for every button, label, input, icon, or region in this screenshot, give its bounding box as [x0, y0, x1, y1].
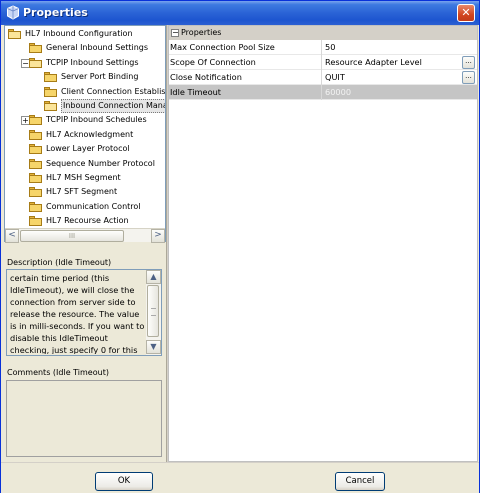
property-name: Close Notification: [170, 70, 322, 85]
tree-item[interactable]: −HL7 Inbound Configuration: [5, 27, 165, 41]
tree-item-label: Sequence Number Protocol: [46, 158, 155, 168]
ellipsis-button[interactable]: ...: [462, 56, 475, 69]
property-value[interactable]: 50: [325, 40, 465, 55]
tree-item[interactable]: Server Port Binding: [5, 70, 165, 84]
property-row[interactable]: Idle Timeout 60000: [169, 85, 477, 100]
tree-item[interactable]: HL7 SFT Segment: [5, 185, 165, 199]
chevron-right-icon: >: [154, 230, 162, 240]
property-sheet: − Properties Max Connection Pool Size 50 S…: [168, 25, 478, 462]
close-button[interactable]: ✕: [457, 4, 475, 22]
tree-item[interactable]: Sequence Number Protocol: [5, 157, 165, 171]
tree-item-label: General Inbound Settings: [46, 43, 149, 53]
scroll-right-button[interactable]: >: [151, 229, 165, 243]
folder-icon: [29, 173, 42, 183]
properties-dialog: Properties ✕ −HL7 Inbound ConfigurationG…: [0, 0, 480, 493]
folder-icon: [29, 129, 42, 140]
tree-item[interactable]: Inbound Connection Manage: [5, 99, 165, 113]
tree-item[interactable]: General Inbound Settings: [5, 41, 165, 55]
tree-item-label: TCPIP Inbound Schedules: [46, 115, 147, 125]
folder-icon: [29, 187, 42, 198]
window-title: Properties: [23, 6, 88, 19]
tree-item-label: HL7 Acknowledgment: [46, 129, 134, 139]
tree-item-label: HL7 SFT Segment: [46, 187, 118, 197]
collapse-icon[interactable]: −: [171, 29, 179, 37]
tree-item[interactable]: Client Connection Establishm: [5, 85, 165, 99]
folder-icon: [29, 201, 42, 212]
tree-item-label: HL7 Recourse Action: [46, 216, 129, 226]
comments-textarea[interactable]: [6, 380, 162, 457]
scroll-thumb[interactable]: III: [20, 230, 124, 242]
cancel-button[interactable]: Cancel: [335, 472, 385, 491]
ellipsis-button[interactable]: ...: [462, 71, 475, 84]
folder-icon: [44, 86, 57, 97]
tree-item-label: Lower Layer Protocol: [46, 144, 130, 154]
description-label: Description (Idle Timeout): [7, 258, 112, 267]
folder-icon: [29, 115, 42, 126]
tree-item[interactable]: HL7 Acknowledgment: [5, 128, 165, 142]
folder-icon: [44, 72, 57, 83]
description-vertical-scrollbar[interactable]: ▲ ▼: [146, 270, 161, 355]
folder-icon: [29, 57, 42, 68]
chevron-left-icon: <: [8, 230, 16, 240]
description-box: certain time period (this IdleTimeout), …: [6, 269, 162, 356]
title-bar[interactable]: Properties ✕: [1, 1, 479, 25]
scroll-left-button[interactable]: <: [5, 229, 19, 243]
property-value[interactable]: QUIT: [325, 70, 465, 85]
comments-label: Comments (Idle Timeout): [7, 368, 109, 377]
arrow-down-icon: ▼: [150, 342, 157, 351]
property-row[interactable]: Max Connection Pool Size 50: [169, 40, 477, 55]
property-category-header[interactable]: − Properties: [169, 26, 477, 40]
scroll-thumb[interactable]: [147, 285, 159, 337]
scroll-down-button[interactable]: ▼: [146, 340, 161, 354]
tree-item-label: Communication Control: [46, 201, 141, 211]
tree-item[interactable]: HL7 Recourse Action: [5, 214, 165, 228]
tree-horizontal-scrollbar[interactable]: < III >: [5, 228, 165, 243]
folder-icon: [29, 43, 42, 54]
property-category-label: Properties: [181, 28, 222, 37]
grip-icon: III: [68, 232, 76, 240]
property-value[interactable]: 60000: [325, 85, 465, 100]
arrow-up-icon: ▲: [150, 272, 157, 281]
tree-item-label: HL7 MSH Segment: [46, 173, 121, 182]
folder-icon: [29, 158, 42, 169]
property-name: Idle Timeout: [170, 85, 322, 100]
tree-item-label: HL7 Inbound Configuration: [25, 29, 133, 38]
folder-icon: [8, 29, 21, 39]
button-bar: OK Cancel: [1, 462, 479, 493]
tree-item-label: Client Connection Establishm: [61, 86, 166, 96]
property-name: Max Connection Pool Size: [170, 40, 322, 55]
folder-icon: [29, 144, 42, 155]
tree-item[interactable]: Communication Control: [5, 200, 165, 214]
scroll-up-button[interactable]: ▲: [146, 270, 161, 284]
ok-button[interactable]: OK: [95, 472, 153, 491]
folder-icon: [29, 216, 42, 227]
tree-item-label: Inbound Connection Manage: [61, 99, 165, 113]
description-text: certain time period (this IdleTimeout), …: [10, 273, 145, 354]
tree-item-label: Server Port Binding: [61, 72, 139, 82]
properties-icon: [7, 5, 19, 20]
property-name: Scope Of Connection: [170, 55, 322, 70]
property-value[interactable]: Resource Adapter Level: [325, 55, 465, 70]
tree-item[interactable]: HL7 MSH Segment: [5, 171, 165, 185]
tree-item-label: TCPIP Inbound Settings: [46, 57, 139, 67]
close-icon: ✕: [461, 6, 471, 19]
tree-item[interactable]: − TCPIP Inbound Settings: [5, 56, 165, 70]
property-row[interactable]: Scope Of Connection Resource Adapter Leve…: [169, 55, 477, 70]
settings-tree: −HL7 Inbound Configuration General Inboun…: [4, 25, 166, 242]
tree-item[interactable]: Lower Layer Protocol: [5, 142, 165, 156]
folder-icon: [44, 101, 57, 111]
property-row[interactable]: Close Notification QUIT...: [169, 70, 477, 85]
tree-item[interactable]: + TCPIP Inbound Schedules: [5, 113, 165, 127]
